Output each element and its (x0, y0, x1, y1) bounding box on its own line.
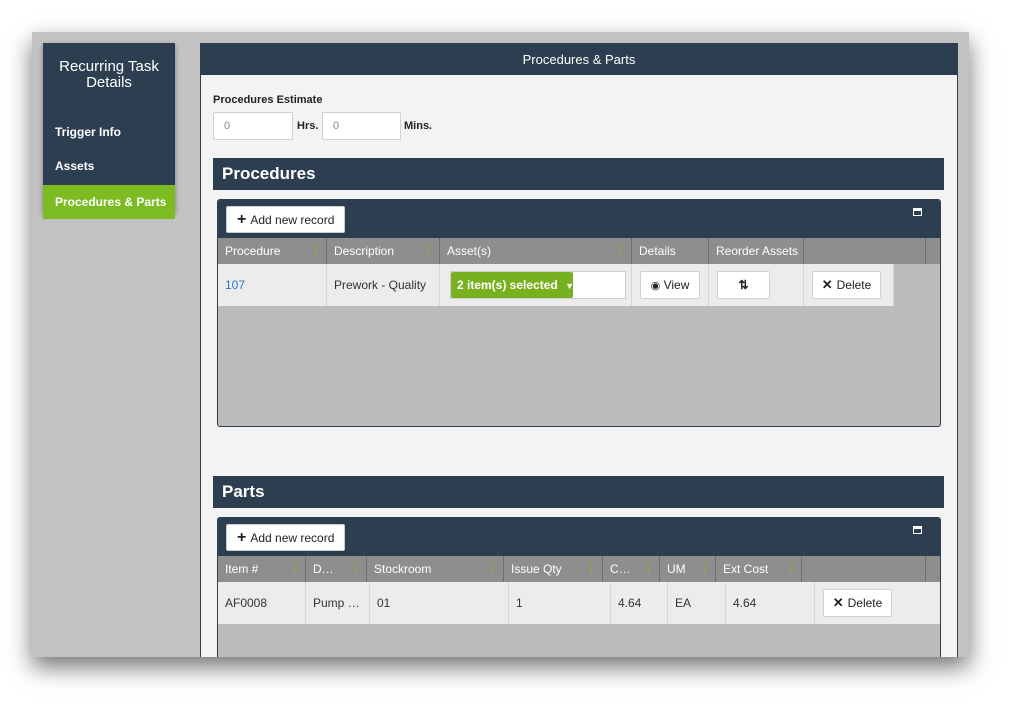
sort-icon[interactable]: ⇅ (717, 271, 770, 299)
close-icon: ✕ (821, 277, 833, 292)
um-cell: EA (668, 582, 726, 624)
cost-cell: 4.64 (611, 582, 668, 624)
table-row[interactable]: AF0008 Pump … 01 1 4.64 EA 4.64 ✕ Delete (218, 582, 940, 624)
column-grip-icon[interactable]: ⋮ (615, 238, 626, 264)
eye-icon: ◉ (650, 280, 661, 292)
add-procedure-label: Add new record (250, 213, 335, 227)
column-grip-icon[interactable]: ⋮ (785, 556, 796, 582)
column-header-issue-qty[interactable]: Issue Qty ⋮ (504, 556, 603, 582)
parts-grid-toolbar: + Add new record (218, 518, 940, 556)
part-description-cell: Pump … (306, 582, 370, 624)
minutes-unit-label: Mins. (404, 120, 433, 132)
column-grip-icon[interactable]: ⋮ (289, 556, 300, 582)
column-header-actions (804, 238, 926, 264)
sidebar: Recurring Task Details Trigger Info Asse… (43, 43, 175, 219)
close-icon: ✕ (832, 595, 844, 610)
column-header-cost[interactable]: C… ⋮ (603, 556, 660, 582)
column-header-um[interactable]: UM ⋮ (660, 556, 716, 582)
column-header-item[interactable]: Item # ⋮ (218, 556, 306, 582)
page-title: Procedures & Parts (201, 44, 957, 75)
maximize-icon[interactable] (913, 526, 922, 534)
actions-cell: ✕ Delete (815, 582, 926, 624)
ext-cost-cell: 4.64 (726, 582, 815, 624)
column-header-ext-cost[interactable]: Ext Cost ⋮ (716, 556, 802, 582)
procedures-estimate-label: Procedures Estimate (213, 94, 323, 106)
add-procedure-button[interactable]: + Add new record (226, 206, 346, 233)
main-panel: Procedures & Parts Procedures Estimate 0… (200, 43, 958, 657)
table-row[interactable]: 107 Prework - Quality 2 item(s) selected… (218, 264, 894, 306)
column-grip-icon[interactable]: ⋮ (487, 556, 498, 582)
column-header-stockroom[interactable]: Stockroom ⋮ (367, 556, 504, 582)
parts-section-header: Parts (213, 476, 944, 508)
hours-input[interactable]: 0 (213, 112, 293, 140)
column-grip-icon[interactable]: ⋮ (310, 238, 321, 264)
column-grip-icon[interactable]: ⋮ (350, 556, 361, 582)
hours-unit-label: Hrs. (297, 120, 319, 132)
sidebar-item-assets[interactable]: Assets (43, 149, 175, 183)
maximize-icon[interactable] (913, 208, 922, 216)
stockroom-cell: 01 (370, 582, 509, 624)
sidebar-item-procedures-parts[interactable]: Procedures & Parts (43, 185, 175, 219)
procedures-grid: + Add new record Procedure ⋮ Description ⋮ … (217, 199, 941, 427)
column-header-reorder-assets: Reorder Assets (709, 238, 804, 264)
column-header-description[interactable]: Description ⋮ (327, 238, 440, 264)
assets-cell: 2 item(s) selected ▼ (440, 264, 632, 306)
column-grip-icon[interactable]: ⋮ (699, 556, 710, 582)
assets-selected-badge[interactable]: 2 item(s) selected ▼ (451, 272, 574, 298)
issue-qty-cell: 1 (509, 582, 611, 624)
column-header-procedure[interactable]: Procedure ⋮ (218, 238, 327, 264)
assets-multiselect[interactable]: 2 item(s) selected ▼ (450, 271, 626, 299)
column-header-details: Details (632, 238, 709, 264)
add-part-button[interactable]: + Add new record (226, 524, 346, 551)
sidebar-item-trigger-info[interactable]: Trigger Info (43, 115, 175, 149)
sidebar-title: Recurring Task Details (59, 58, 159, 91)
column-header-description[interactable]: D… ⋮ (306, 556, 367, 582)
parts-grid: + Add new record Item # ⋮ D… ⋮ Stockroom ⋮ I… (217, 517, 941, 657)
parts-grid-header: Item # ⋮ D… ⋮ Stockroom ⋮ Issue Qty ⋮ C… ⋮ UM… (218, 556, 940, 582)
column-header-actions (802, 556, 926, 582)
plus-icon: + (237, 211, 247, 228)
view-button[interactable]: ◉ View (640, 271, 700, 299)
add-part-label: Add new record (250, 531, 335, 545)
procedures-section-header: Procedures (213, 158, 944, 190)
item-number-cell: AF0008 (218, 582, 306, 624)
column-header-assets[interactable]: Asset(s) ⋮ (440, 238, 632, 264)
actions-cell: ✕ Delete (804, 264, 894, 306)
app-window: Recurring Task Details Trigger Info Asse… (32, 32, 969, 657)
column-grip-icon[interactable]: ⋮ (586, 556, 597, 582)
column-grip-icon[interactable]: ⋮ (643, 556, 654, 582)
details-cell: ◉ View (632, 264, 709, 306)
column-grip-icon[interactable]: ⋮ (423, 238, 434, 264)
reorder-cell: ⇅ (709, 264, 804, 306)
procedures-grid-toolbar: + Add new record (218, 200, 940, 238)
procedure-link[interactable]: 107 (218, 264, 327, 306)
caret-down-icon: ▼ (565, 281, 574, 291)
delete-procedure-button[interactable]: ✕ Delete (812, 271, 881, 299)
delete-part-button[interactable]: ✕ Delete (823, 589, 892, 617)
description-cell: Prework - Quality (327, 264, 440, 306)
minutes-input[interactable]: 0 (322, 112, 401, 140)
procedures-grid-header: Procedure ⋮ Description ⋮ Asset(s) ⋮ Detail… (218, 238, 940, 264)
plus-icon: + (237, 529, 247, 546)
